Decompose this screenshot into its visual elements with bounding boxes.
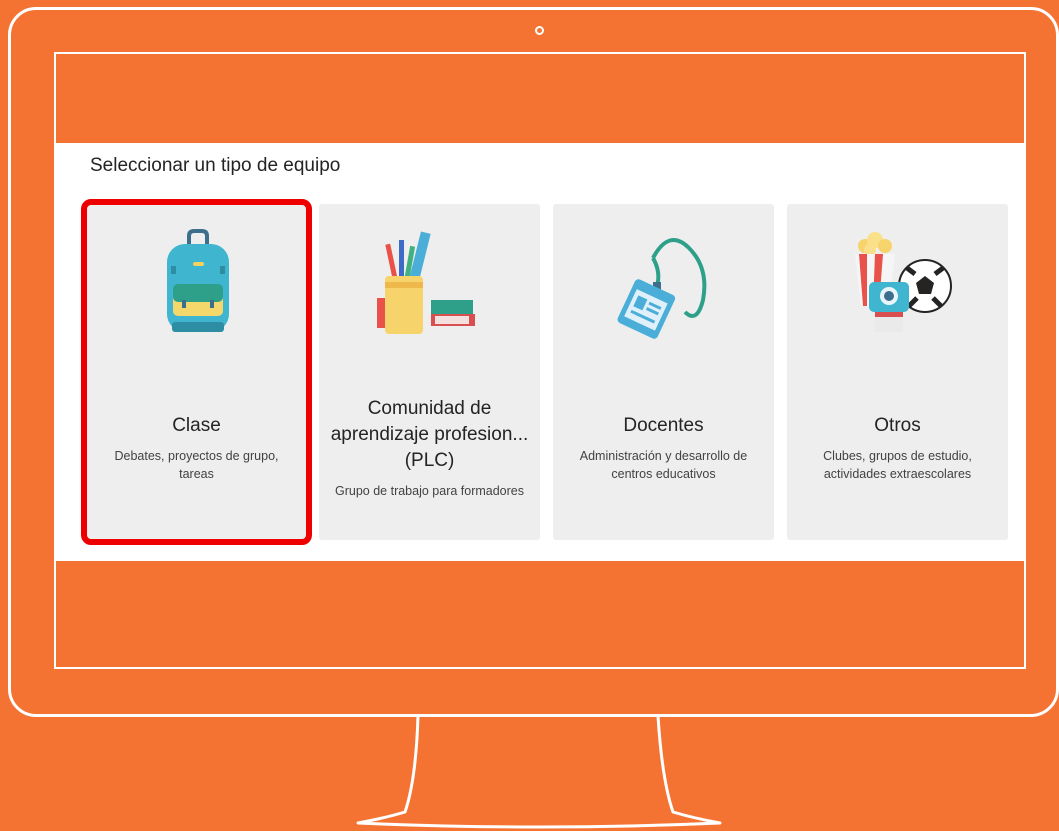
page-title: Seleccionar un tipo de equipo <box>90 155 341 176</box>
card-description: Clubes, grupos de estudio, actividades e… <box>823 449 972 481</box>
card-title: Clase <box>172 415 221 436</box>
card-description: Grupo de trabajo para formadores <box>335 484 524 498</box>
card-title: Otros <box>874 415 921 436</box>
id-badge-icon <box>617 238 706 339</box>
card-description: Debates, proyectos de grupo, tareas <box>114 449 279 481</box>
team-type-card-plc[interactable]: Comunidad de aprendizaje profesion... (P… <box>319 204 540 540</box>
card-title: Docentes <box>623 415 704 436</box>
card-description: Administración y desarrollo de centros e… <box>579 449 748 481</box>
team-type-card-clase[interactable]: Clase Debates, proyectos de grupo, tarea… <box>81 199 312 545</box>
team-type-dialog: Seleccionar un tipo de equipo Clase Deba… <box>56 143 1024 561</box>
backpack-icon <box>166 229 229 332</box>
card-title: Comunidad de aprendizaje profesion... (P… <box>330 398 529 471</box>
team-type-card-docentes[interactable]: Docentes Administración y desarrollo de … <box>553 204 774 540</box>
team-type-card-otros[interactable]: Otros Clubes, grupos de estudio, activid… <box>787 204 1008 540</box>
popcorn-camera-ball-icon <box>854 232 952 332</box>
pencil-cup-icon <box>376 231 475 334</box>
